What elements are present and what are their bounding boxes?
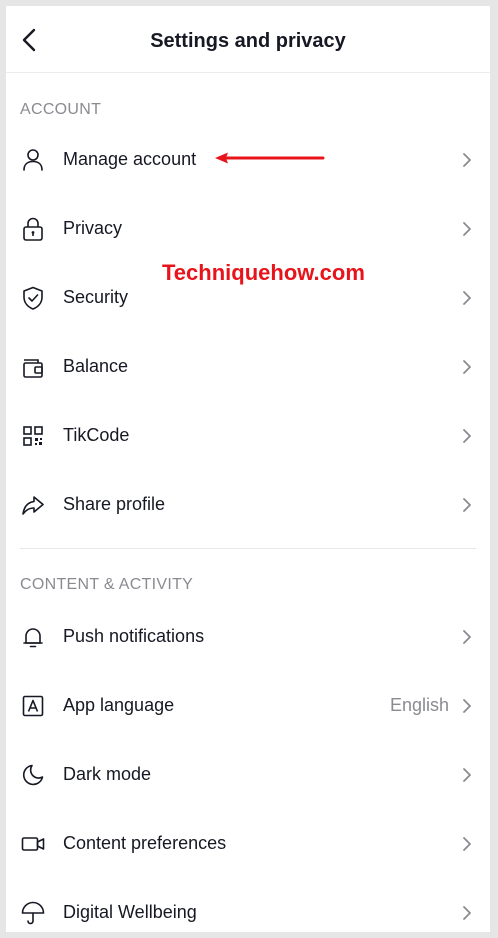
chevron-right-icon	[460, 427, 474, 445]
video-camera-icon	[20, 831, 46, 857]
push-notifications-row[interactable]: Push notifications	[6, 602, 490, 671]
page-title: Settings and privacy	[150, 30, 346, 52]
app-language-value: English	[389, 695, 449, 715]
digital-wellbeing-row[interactable]: Digital Wellbeing	[6, 878, 490, 932]
chevron-right-icon	[460, 835, 474, 853]
chevron-right-icon	[460, 358, 474, 376]
push-notifications-label: Push notifications	[63, 626, 205, 646]
wallet-icon	[20, 354, 46, 380]
chevron-right-icon	[460, 628, 474, 646]
section-title-content-activity: CONTENT & ACTIVITY	[20, 576, 194, 593]
settings-screen: Settings and privacy ACCOUNT Manage acco…	[6, 6, 490, 932]
chevron-right-icon	[460, 151, 474, 169]
dark-mode-label: Dark mode	[63, 764, 152, 784]
header: Settings and privacy	[6, 6, 490, 73]
section-title-account: ACCOUNT	[20, 101, 102, 118]
tikcode-row[interactable]: TikCode	[6, 401, 490, 470]
chevron-right-icon	[460, 496, 474, 514]
app-language-row[interactable]: App language English	[6, 671, 490, 740]
balance-label: Balance	[63, 356, 129, 376]
app-language-label: App language	[63, 695, 175, 715]
content-preferences-label: Content preferences	[63, 833, 227, 853]
chevron-right-icon	[460, 904, 474, 922]
chevron-right-icon	[460, 697, 474, 715]
manage-account-label: Manage account	[63, 149, 197, 169]
red-arrow-icon	[213, 151, 325, 165]
shield-icon	[20, 285, 46, 311]
balance-row[interactable]: Balance	[6, 332, 490, 401]
chevron-right-icon	[460, 766, 474, 784]
bell-icon	[20, 624, 46, 650]
security-label: Security	[63, 287, 129, 307]
watermark-text: Techniquehow.com	[162, 260, 365, 285]
privacy-label: Privacy	[63, 218, 123, 238]
chevron-right-icon	[460, 220, 474, 238]
privacy-row[interactable]: Privacy	[6, 194, 490, 263]
chevron-right-icon	[460, 289, 474, 307]
tikcode-label: TikCode	[63, 425, 130, 445]
language-icon	[20, 693, 46, 719]
share-arrow-icon	[20, 492, 46, 518]
lock-icon	[20, 216, 46, 242]
moon-icon	[20, 762, 46, 788]
content-preferences-row[interactable]: Content preferences	[6, 809, 490, 878]
umbrella-icon	[20, 900, 46, 926]
qr-code-icon	[20, 423, 46, 449]
digital-wellbeing-label: Digital Wellbeing	[63, 902, 197, 922]
dark-mode-row[interactable]: Dark mode	[6, 740, 490, 809]
share-profile-label: Share profile	[63, 494, 166, 514]
person-icon	[20, 147, 46, 173]
share-profile-row[interactable]: Share profile	[6, 470, 490, 539]
